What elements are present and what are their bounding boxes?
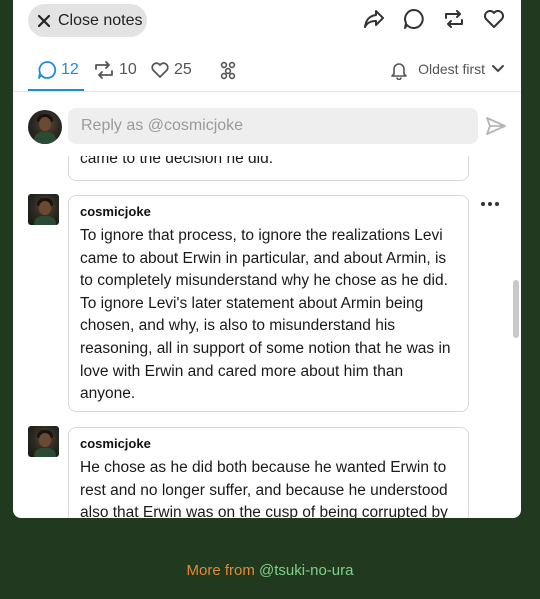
reply-bubble: cosmicjoke He chose as he did both becau… bbox=[68, 427, 469, 518]
sort-dropdown[interactable]: Oldest first bbox=[418, 61, 505, 77]
reply-text: He chose as he did both because he wante… bbox=[80, 459, 448, 518]
notes-tabs: 12 10 25 Oldest first bbox=[13, 48, 521, 92]
reply-author[interactable]: cosmicjoke bbox=[80, 436, 457, 451]
more-from-label: More from bbox=[186, 562, 260, 579]
reply-text: To ignore that process, to ignore the re… bbox=[80, 227, 451, 403]
tab-replies[interactable]: 12 bbox=[37, 60, 79, 80]
active-tab-indicator bbox=[28, 89, 84, 91]
notes-panel: Close notes 12 10 25 Oldest first Reply … bbox=[13, 0, 521, 518]
sort-label: Oldest first bbox=[418, 61, 485, 77]
like-icon[interactable] bbox=[481, 6, 507, 32]
avatar[interactable] bbox=[28, 194, 59, 225]
comment-icon bbox=[38, 61, 57, 79]
more-options-button[interactable] bbox=[480, 197, 500, 216]
share-icon[interactable] bbox=[361, 6, 387, 32]
chevron-down-icon bbox=[492, 65, 504, 73]
send-icon bbox=[486, 117, 506, 135]
reply-bubble: cosmicjoke To ignore that process, to ig… bbox=[68, 195, 469, 412]
bell-icon bbox=[391, 63, 407, 81]
more-from-link[interactable]: More from @tsuki-no-ura bbox=[0, 562, 540, 579]
more-icon bbox=[481, 202, 499, 206]
tab-likes-count: 25 bbox=[174, 61, 192, 78]
close-notes-label: Close notes bbox=[58, 11, 143, 29]
reblog-icon bbox=[95, 61, 113, 79]
reply-input[interactable] bbox=[68, 108, 478, 144]
reblog-icon[interactable] bbox=[441, 6, 467, 32]
post-actions bbox=[361, 6, 507, 32]
avatar[interactable] bbox=[28, 426, 59, 457]
reply-author[interactable]: cosmicjoke bbox=[80, 204, 457, 219]
tab-community[interactable] bbox=[218, 60, 238, 80]
tab-likes[interactable]: 25 bbox=[150, 60, 192, 80]
notes-topbar: Close notes bbox=[13, 0, 521, 48]
close-notes-button[interactable]: Close notes bbox=[28, 4, 147, 37]
blog-handle[interactable]: @tsuki-no-ura bbox=[259, 562, 353, 579]
tab-reblogs-count: 10 bbox=[119, 61, 137, 78]
send-button[interactable] bbox=[485, 115, 507, 142]
notification-bell-button[interactable] bbox=[389, 60, 409, 85]
tab-reblogs[interactable]: 10 bbox=[93, 60, 137, 80]
tab-replies-count: 12 bbox=[61, 61, 79, 78]
replies-list[interactable]: came to the decision he did. cosmicjoke … bbox=[13, 148, 521, 518]
reply-icon[interactable] bbox=[401, 6, 427, 32]
community-icon bbox=[220, 61, 236, 80]
close-icon bbox=[37, 14, 51, 27]
avatar bbox=[28, 110, 62, 144]
heart-icon bbox=[151, 62, 169, 78]
scrollbar[interactable] bbox=[513, 280, 519, 338]
reply-composer bbox=[13, 100, 521, 156]
